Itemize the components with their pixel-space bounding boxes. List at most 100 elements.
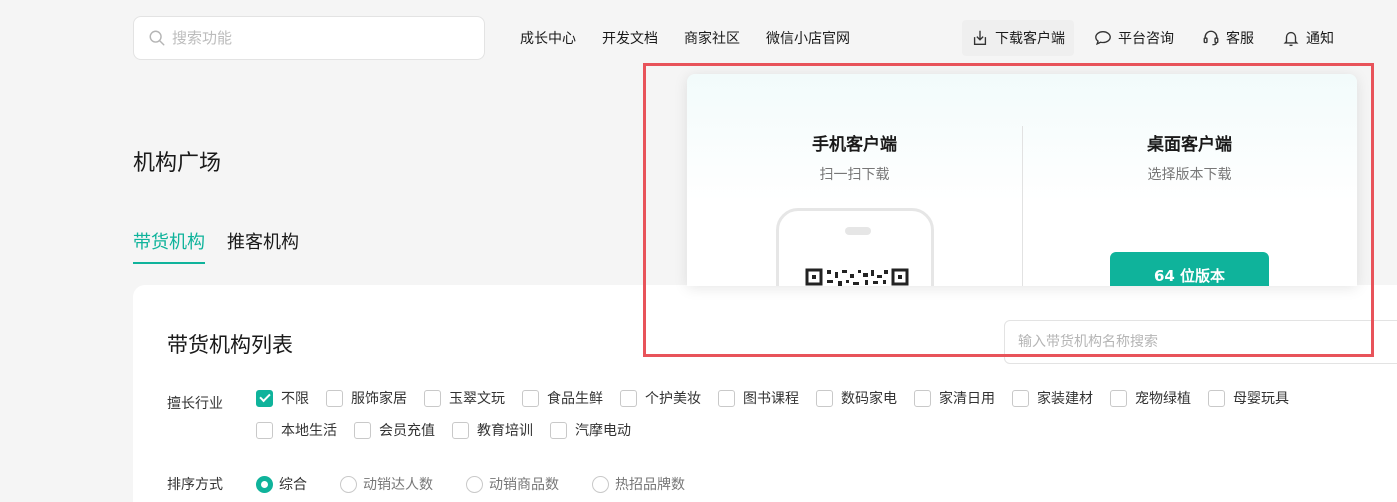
- option-label: 数码家电: [841, 391, 897, 407]
- nav-wechat-store-site[interactable]: 微信小店官网: [766, 28, 850, 48]
- desktop-client-panel: 桌面客户端 选择版本下载 64 位版本: [1022, 74, 1357, 286]
- sort-option-hiring-brands[interactable]: 热招品牌数: [592, 474, 685, 494]
- notification-label: 通知: [1306, 31, 1334, 47]
- download-64bit-button[interactable]: 64 位版本: [1110, 252, 1269, 286]
- industry-option-beauty[interactable]: 个护美妆: [620, 387, 701, 409]
- checkbox[interactable]: [452, 421, 469, 439]
- option-label: 综合: [279, 477, 307, 493]
- download-client-button[interactable]: 下载客户端: [962, 20, 1074, 56]
- checkbox[interactable]: [550, 421, 567, 439]
- option-label: 食品生鲜: [547, 391, 603, 407]
- option-label: 玉翠文玩: [449, 391, 505, 407]
- radio[interactable]: [340, 475, 357, 493]
- industry-option-books-courses[interactable]: 图书课程: [718, 387, 799, 409]
- nav-growth-center[interactable]: 成长中心: [520, 28, 576, 48]
- industry-filter: 不限 服饰家居 玉翠文玩 食品生鲜 个护美妆 图书课程 数码家电 家清日用 家装…: [256, 387, 1386, 441]
- org-search-box[interactable]: [1004, 320, 1397, 364]
- download-icon: [973, 30, 987, 45]
- nav-dev-docs[interactable]: 开发文档: [602, 28, 658, 48]
- desktop-client-title: 桌面客户端: [1147, 135, 1232, 155]
- sort-option-overall[interactable]: 综合: [256, 474, 307, 494]
- option-label: 宠物绿植: [1135, 391, 1191, 407]
- radio[interactable]: [592, 475, 609, 493]
- option-label: 动销达人数: [363, 477, 433, 493]
- headset-icon: [1203, 30, 1219, 46]
- industry-option-baby-toys[interactable]: 母婴玩具: [1208, 387, 1289, 409]
- checkbox[interactable]: [1012, 389, 1029, 407]
- nav-merchant-community[interactable]: 商家社区: [684, 28, 740, 48]
- industry-option-local-life[interactable]: 本地生活: [256, 419, 337, 441]
- platform-consult-label: 平台咨询: [1118, 31, 1174, 47]
- industry-option-household[interactable]: 家清日用: [914, 387, 995, 409]
- industry-option-membership[interactable]: 会员充值: [354, 419, 435, 441]
- mobile-client-panel: 手机客户端 扫一扫下载: [687, 74, 1022, 286]
- option-label: 热招品牌数: [615, 477, 685, 493]
- qr-code-icon: [805, 268, 909, 286]
- org-list-card: 带货机构列表 擅长行业 不限 服饰家居 玉翠文玩 食品生鲜 个护美妆 图书课程 …: [133, 285, 1397, 502]
- industry-option-automotive[interactable]: 汽摩电动: [550, 419, 631, 441]
- org-search-input[interactable]: [1018, 334, 1397, 350]
- global-search[interactable]: [133, 16, 485, 60]
- checkbox[interactable]: [424, 389, 441, 407]
- list-title: 带货机构列表: [167, 333, 293, 357]
- option-label: 会员充值: [379, 423, 435, 439]
- checkbox[interactable]: [816, 389, 833, 407]
- sort-label: 排序方式: [167, 477, 223, 493]
- download-client-popup: 手机客户端 扫一扫下载 桌面客户端 选择版本下载 64 位版本: [687, 74, 1357, 286]
- chat-bubble-icon: [1095, 31, 1111, 46]
- checkbox[interactable]: [522, 389, 539, 407]
- checkbox[interactable]: [256, 421, 273, 439]
- industry-option-building-materials[interactable]: 家装建材: [1012, 387, 1093, 409]
- industry-option-education[interactable]: 教育培训: [452, 419, 533, 441]
- checkbox[interactable]: [354, 421, 371, 439]
- mobile-client-title: 手机客户端: [812, 135, 897, 155]
- checkbox[interactable]: [326, 389, 343, 407]
- bell-icon: [1283, 31, 1299, 47]
- option-label: 母婴玩具: [1233, 391, 1289, 407]
- tab-promoter-org[interactable]: 推客机构: [227, 228, 299, 264]
- industry-option-digital-appliances[interactable]: 数码家电: [816, 387, 897, 409]
- option-label: 家装建材: [1037, 391, 1093, 407]
- industry-option-apparel-home[interactable]: 服饰家居: [326, 387, 407, 409]
- checkbox[interactable]: [620, 389, 637, 407]
- checkbox[interactable]: [914, 389, 931, 407]
- download-client-label: 下载客户端: [995, 31, 1065, 47]
- option-label: 教育培训: [477, 423, 533, 439]
- customer-service-label: 客服: [1226, 31, 1254, 47]
- search-input[interactable]: [172, 29, 452, 47]
- industry-option-fresh-food[interactable]: 食品生鲜: [522, 387, 603, 409]
- industry-label: 擅长行业: [167, 396, 223, 412]
- org-tabs: 带货机构 推客机构: [133, 228, 299, 264]
- option-label: 服饰家居: [351, 391, 407, 407]
- top-nav: 成长中心 开发文档 商家社区 微信小店官网: [520, 28, 850, 48]
- notification-button[interactable]: 通知: [1273, 20, 1343, 56]
- option-label: 动销商品数: [489, 477, 559, 493]
- industry-option-pets-plants[interactable]: 宠物绿植: [1110, 387, 1191, 409]
- mobile-client-subtitle: 扫一扫下载: [819, 167, 890, 183]
- page-title: 机构广场: [133, 151, 222, 176]
- sort-option-active-products[interactable]: 动销商品数: [466, 474, 559, 494]
- radio[interactable]: [256, 475, 273, 493]
- tab-sales-org[interactable]: 带货机构: [133, 228, 205, 264]
- checkbox[interactable]: [1208, 389, 1225, 407]
- sort-options: 综合 动销达人数 动销商品数 热招品牌数: [256, 474, 718, 494]
- search-icon: [149, 30, 165, 46]
- industry-option-unlimited[interactable]: 不限: [256, 387, 309, 409]
- checkbox[interactable]: [256, 389, 273, 407]
- platform-consult-button[interactable]: 平台咨询: [1085, 20, 1183, 56]
- industry-option-jade-collectibles[interactable]: 玉翠文玩: [424, 387, 505, 409]
- customer-service-button[interactable]: 客服: [1193, 20, 1263, 56]
- option-label: 本地生活: [281, 423, 337, 439]
- phone-notch: [845, 227, 871, 235]
- radio[interactable]: [466, 475, 483, 493]
- option-label: 不限: [281, 391, 309, 407]
- checkbox[interactable]: [718, 389, 735, 407]
- checkbox[interactable]: [1110, 389, 1127, 407]
- option-label: 汽摩电动: [575, 423, 631, 439]
- desktop-client-subtitle: 选择版本下载: [1147, 167, 1232, 183]
- option-label: 图书课程: [743, 391, 799, 407]
- header-actions: 下载客户端 平台咨询 客服 通知: [962, 20, 1343, 56]
- option-label: 个护美妆: [645, 391, 701, 407]
- sort-option-active-creators[interactable]: 动销达人数: [340, 474, 433, 494]
- phone-frame: [776, 208, 934, 286]
